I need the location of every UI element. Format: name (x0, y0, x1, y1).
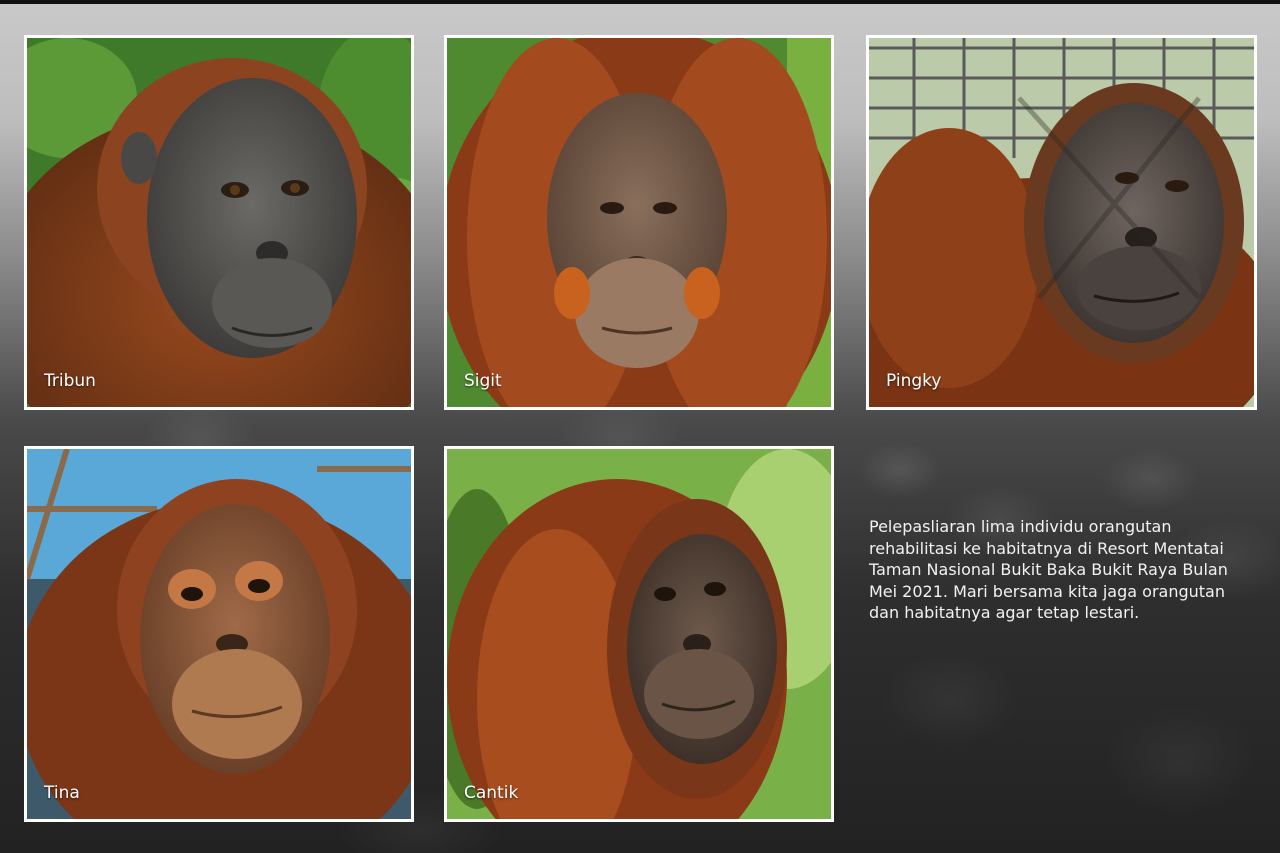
photo-label-cantik: Cantik (464, 783, 519, 803)
photo-sigit[interactable]: Sigit (444, 35, 834, 410)
photo-cantik[interactable]: Cantik (444, 446, 834, 822)
photo-label-sigit: Sigit (464, 371, 502, 391)
orangutan-sigit-image (447, 38, 831, 407)
orangutan-pingky-image (869, 38, 1254, 407)
photo-label-tribun: Tribun (44, 371, 96, 391)
photo-tina[interactable]: Tina (24, 446, 414, 822)
top-border (0, 0, 1280, 4)
photo-tribun[interactable]: Tribun (24, 35, 414, 410)
photo-pingky[interactable]: Pingky (866, 35, 1257, 410)
release-caption: Pelepasliaran lima individu orangutan re… (869, 517, 1228, 622)
photo-label-pingky: Pingky (886, 371, 942, 391)
orangutan-cantik-image (447, 449, 831, 819)
orangutan-tribun-image (27, 38, 411, 407)
photo-label-tina: Tina (44, 783, 80, 803)
orangutan-tina-image (27, 449, 411, 819)
